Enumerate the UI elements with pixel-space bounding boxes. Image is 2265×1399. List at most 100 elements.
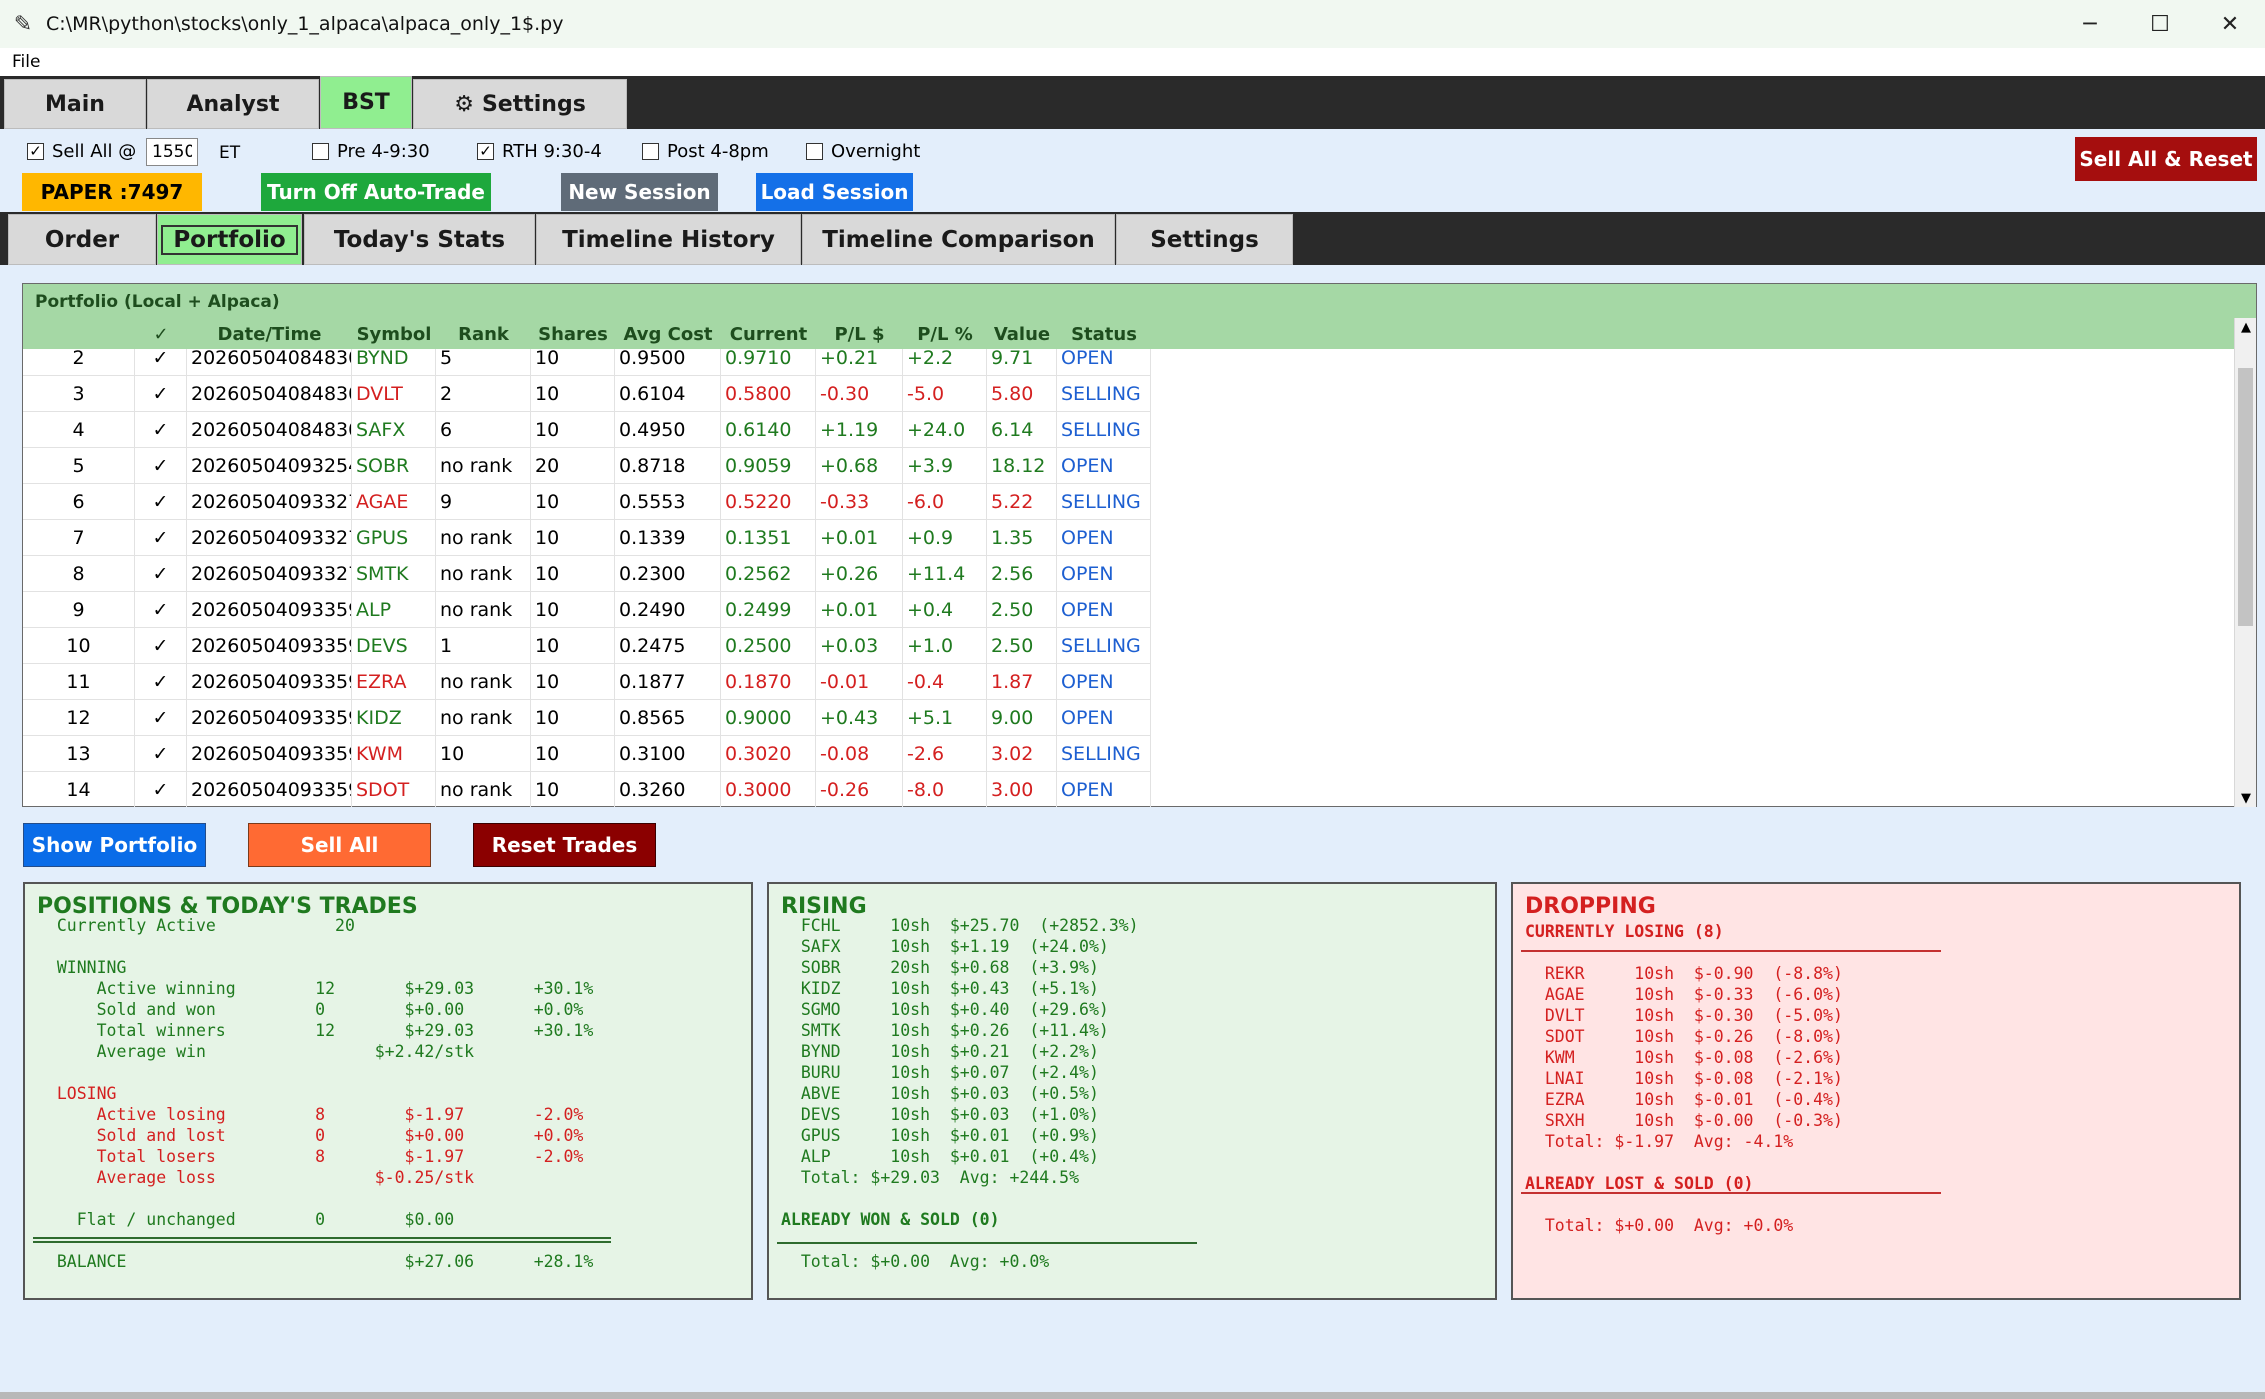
row-datetime: 20260504084830 xyxy=(187,412,352,448)
row-rank: 10 xyxy=(436,736,531,772)
scrollbar-thumb[interactable] xyxy=(2238,368,2253,626)
row-value: 2.50 xyxy=(987,628,1057,664)
row-pl-percent: -5.0 xyxy=(903,376,987,412)
row-rank: no rank xyxy=(436,700,531,736)
row-current: 0.6140 xyxy=(721,412,816,448)
row-value: 18.12 xyxy=(987,448,1057,484)
scroll-up-icon[interactable]: ▲ xyxy=(2235,318,2257,336)
row-pl-percent: -0.4 xyxy=(903,664,987,700)
table-row[interactable]: 3 ✓ 20260504084830 DVLT 2 10 0.6104 0.5800 -0.30… xyxy=(23,376,1151,412)
scroll-down-icon[interactable]: ▼ xyxy=(2235,789,2257,807)
table-row[interactable]: 4 ✓ 20260504084830 SAFX 6 10 0.4950 0.6140 +1.19… xyxy=(23,412,1151,448)
tab-order[interactable]: Order xyxy=(8,214,156,265)
table-row[interactable]: 6 ✓ 20260504093327 AGAE 9 10 0.5553 0.5220 -0.33… xyxy=(23,484,1151,520)
load-session-button[interactable]: Load Session xyxy=(756,173,913,211)
maximize-button[interactable]: ☐ xyxy=(2125,0,2195,48)
sell-all-reset-button[interactable]: Sell All & Reset xyxy=(2075,137,2257,181)
column-header-check[interactable]: ✓ xyxy=(135,324,187,345)
row-datetime: 20260504093327 xyxy=(187,484,352,520)
row-symbol: SDOT xyxy=(352,772,436,807)
row-pl-percent: -8.0 xyxy=(903,772,987,807)
column-header-rank[interactable]: Rank xyxy=(436,324,531,345)
column-header-datetime[interactable]: Date/Time xyxy=(187,324,352,345)
row-datetime: 20260504084830 xyxy=(187,349,352,376)
row-pl-percent: +1.0 xyxy=(903,628,987,664)
paper-account-button[interactable]: PAPER :7497 xyxy=(22,173,202,211)
table-row[interactable]: 7 ✓ 20260504093327 GPUS no rank 10 0.1339 0.135… xyxy=(23,520,1151,556)
column-header-pl-percent[interactable]: P/L % xyxy=(903,324,987,345)
row-number: 10 xyxy=(23,628,135,664)
row-value: 9.71 xyxy=(987,349,1057,376)
sell-all-time-input[interactable] xyxy=(146,138,198,166)
tab-todays-stats[interactable]: Today's Stats xyxy=(304,214,535,265)
table-row[interactable]: 13 ✓ 20260504093359 KWM 10 10 0.3100 0.3020 -0.0… xyxy=(23,736,1151,772)
panel-line: SMTK 10sh $+0.26 (+11.4%) xyxy=(781,1021,1109,1040)
row-datetime: 20260504093359 xyxy=(187,664,352,700)
tab-settings-main[interactable]: ⚙ Settings xyxy=(413,79,627,129)
gear-icon: ⚙ xyxy=(454,91,474,117)
row-status: OPEN xyxy=(1057,772,1151,807)
reset-trades-button[interactable]: Reset Trades xyxy=(473,823,656,867)
tab-sub-settings[interactable]: Settings xyxy=(1116,214,1293,265)
panel-line: DEVS 10sh $+0.03 (+1.0%) xyxy=(781,1105,1099,1124)
post-market-checkbox[interactable]: Post 4-8pm xyxy=(642,141,769,162)
overnight-checkbox[interactable]: Overnight xyxy=(806,141,920,162)
close-button[interactable]: ✕ xyxy=(2195,0,2265,48)
table-row[interactable]: 11 ✓ 20260504093359 EZRA no rank 10 0.1877 0.18… xyxy=(23,664,1151,700)
separator-line xyxy=(33,1241,611,1243)
row-avg-cost: 0.1877 xyxy=(615,664,721,700)
column-header-status[interactable]: Status xyxy=(1057,324,1151,345)
row-symbol: AGAE xyxy=(352,484,436,520)
row-shares: 10 xyxy=(531,772,615,807)
overnight-checkbox-box xyxy=(806,143,823,160)
sell-all-button[interactable]: Sell All xyxy=(248,823,431,867)
sell-all-at-checkbox[interactable]: ✓ Sell All @ xyxy=(27,141,136,162)
row-check: ✓ xyxy=(135,484,187,520)
row-symbol: GPUS xyxy=(352,520,436,556)
panel-line: KIDZ 10sh $+0.43 (+5.1%) xyxy=(781,979,1099,998)
rth-checkbox[interactable]: ✓ RTH 9:30-4 xyxy=(477,141,602,162)
tab-portfolio[interactable]: Portfolio xyxy=(157,214,302,265)
tab-timeline-comparison[interactable]: Timeline Comparison xyxy=(802,214,1115,265)
table-row[interactable]: 12 ✓ 20260504093359 KIDZ no rank 10 0.8565 0.90… xyxy=(23,700,1151,736)
table-row[interactable]: 5 ✓ 20260504093254 SOBR no rank 20 0.8718 0.905… xyxy=(23,448,1151,484)
tab-main[interactable]: Main xyxy=(4,79,146,129)
row-number: 12 xyxy=(23,700,135,736)
pre-market-checkbox[interactable]: Pre 4-9:30 xyxy=(312,141,430,162)
row-value: 1.87 xyxy=(987,664,1057,700)
et-label: ET xyxy=(219,143,241,163)
portfolio-scrollbar[interactable]: ▲ ▼ xyxy=(2234,318,2256,807)
column-header-symbol[interactable]: Symbol xyxy=(352,324,436,345)
table-row[interactable]: 8 ✓ 20260504093327 SMTK no rank 10 0.2300 0.256… xyxy=(23,556,1151,592)
panel-line: Total: $+0.00 Avg: +0.0% xyxy=(781,1252,1050,1271)
tab-timeline-history[interactable]: Timeline History xyxy=(536,214,801,265)
minimize-button[interactable]: ─ xyxy=(2055,0,2125,48)
row-status: OPEN xyxy=(1057,349,1151,376)
column-header-value[interactable]: Value xyxy=(987,324,1057,345)
row-status: SELLING xyxy=(1057,412,1151,448)
rth-label: RTH 9:30-4 xyxy=(502,141,602,162)
row-current: 0.1870 xyxy=(721,664,816,700)
panel-line: REKR 10sh $-0.90 (-8.8%) xyxy=(1525,964,1843,983)
table-row[interactable]: 10 ✓ 20260504093359 DEVS 1 10 0.2475 0.2500 +0.0… xyxy=(23,628,1151,664)
tab-bst[interactable]: BST xyxy=(320,76,412,129)
auto-trade-toggle-button[interactable]: Turn Off Auto-Trade xyxy=(261,173,491,211)
new-session-button[interactable]: New Session xyxy=(561,173,718,211)
column-header-current[interactable]: Current xyxy=(721,324,816,345)
column-header-shares[interactable]: Shares xyxy=(531,324,615,345)
table-row[interactable]: 14 ✓ 20260504093359 SDOT no rank 10 0.3260 0.30… xyxy=(23,772,1151,807)
table-row[interactable]: 2 ✓ 20260504084830 BYND 5 10 0.9500 0.9710 +0.21… xyxy=(23,349,1151,376)
menu-file[interactable]: File xyxy=(12,52,40,72)
row-current: 0.2562 xyxy=(721,556,816,592)
show-portfolio-button[interactable]: Show Portfolio xyxy=(23,823,206,867)
row-status: SELLING xyxy=(1057,484,1151,520)
row-pl-percent: +0.4 xyxy=(903,592,987,628)
row-current: 0.5800 xyxy=(721,376,816,412)
column-header-pl-dollar[interactable]: P/L $ xyxy=(816,324,903,345)
column-header-avg-cost[interactable]: Avg Cost xyxy=(615,324,721,345)
row-pl-dollar: +0.03 xyxy=(816,628,903,664)
tab-analyst[interactable]: Analyst xyxy=(147,79,319,129)
row-avg-cost: 0.9500 xyxy=(615,349,721,376)
table-row[interactable]: 9 ✓ 20260504093359 ALP no rank 10 0.2490 0.2499… xyxy=(23,592,1151,628)
row-check: ✓ xyxy=(135,700,187,736)
